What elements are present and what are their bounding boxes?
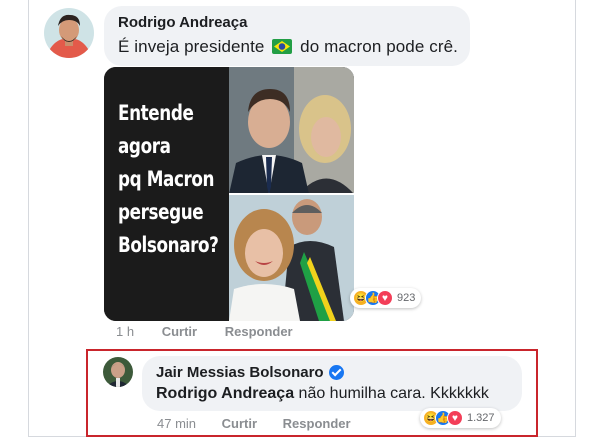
comment-text-part: não humilha cara. Kkkkkkk [294, 385, 489, 402]
love-reaction-icon: ♥ [447, 410, 463, 426]
reaction-count: 923 [397, 292, 416, 304]
comment-meta-2: 47 min Curtir Responder [157, 416, 351, 431]
comment-author-row: Jair Messias Bolsonaro [156, 364, 344, 381]
comment-text: É inveja presidente do macron pode crê. [118, 37, 458, 57]
meme-image[interactable]: Entende agora pq Macron persegue Bolsona… [104, 67, 354, 321]
comment-author-name[interactable]: Jair Messias Bolsonaro [156, 364, 324, 381]
reaction-summary-2[interactable]: 😆 👍 ♥ 1.327 [420, 408, 501, 428]
comment-text-part: É inveja presidente [118, 37, 265, 56]
brazil-flag-icon [272, 39, 293, 54]
avatar-rodrigo[interactable] [44, 8, 94, 58]
avatar-bolsonaro[interactable] [103, 357, 133, 387]
reaction-count: 1.327 [467, 412, 495, 424]
like-button[interactable]: Curtir [162, 324, 197, 339]
meme-caption: Entende agora pq Macron persegue Bolsona… [118, 97, 219, 262]
reaction-summary-1[interactable]: 😆 👍 ♥ 923 [350, 288, 422, 308]
love-reaction-icon: ♥ [377, 290, 393, 306]
reply-button[interactable]: Responder [225, 324, 293, 339]
comment-time[interactable]: 47 min [157, 416, 196, 431]
comment-meta-1: 1 h Curtir Responder [116, 324, 293, 339]
like-button[interactable]: Curtir [222, 416, 257, 431]
meme-caption-line: Bolsonaro? [118, 233, 219, 257]
meme-caption-line: agora [118, 134, 171, 158]
comment-time[interactable]: 1 h [116, 324, 134, 339]
meme-caption-line: persegue [118, 200, 204, 224]
meme-caption-line: pq Macron [118, 167, 215, 191]
meme-caption-line: Entende [118, 101, 194, 125]
verified-badge-icon [328, 365, 344, 380]
mention-link[interactable]: Rodrigo Andreaça [156, 385, 294, 402]
comment-author-name[interactable]: Rodrigo Andreaça [118, 14, 247, 31]
comment-text-part: do macron pode crê. [300, 37, 458, 56]
comment-text: Rodrigo Andreaça não humilha cara. Kkkkk… [156, 385, 489, 403]
reply-button[interactable]: Responder [283, 416, 351, 431]
